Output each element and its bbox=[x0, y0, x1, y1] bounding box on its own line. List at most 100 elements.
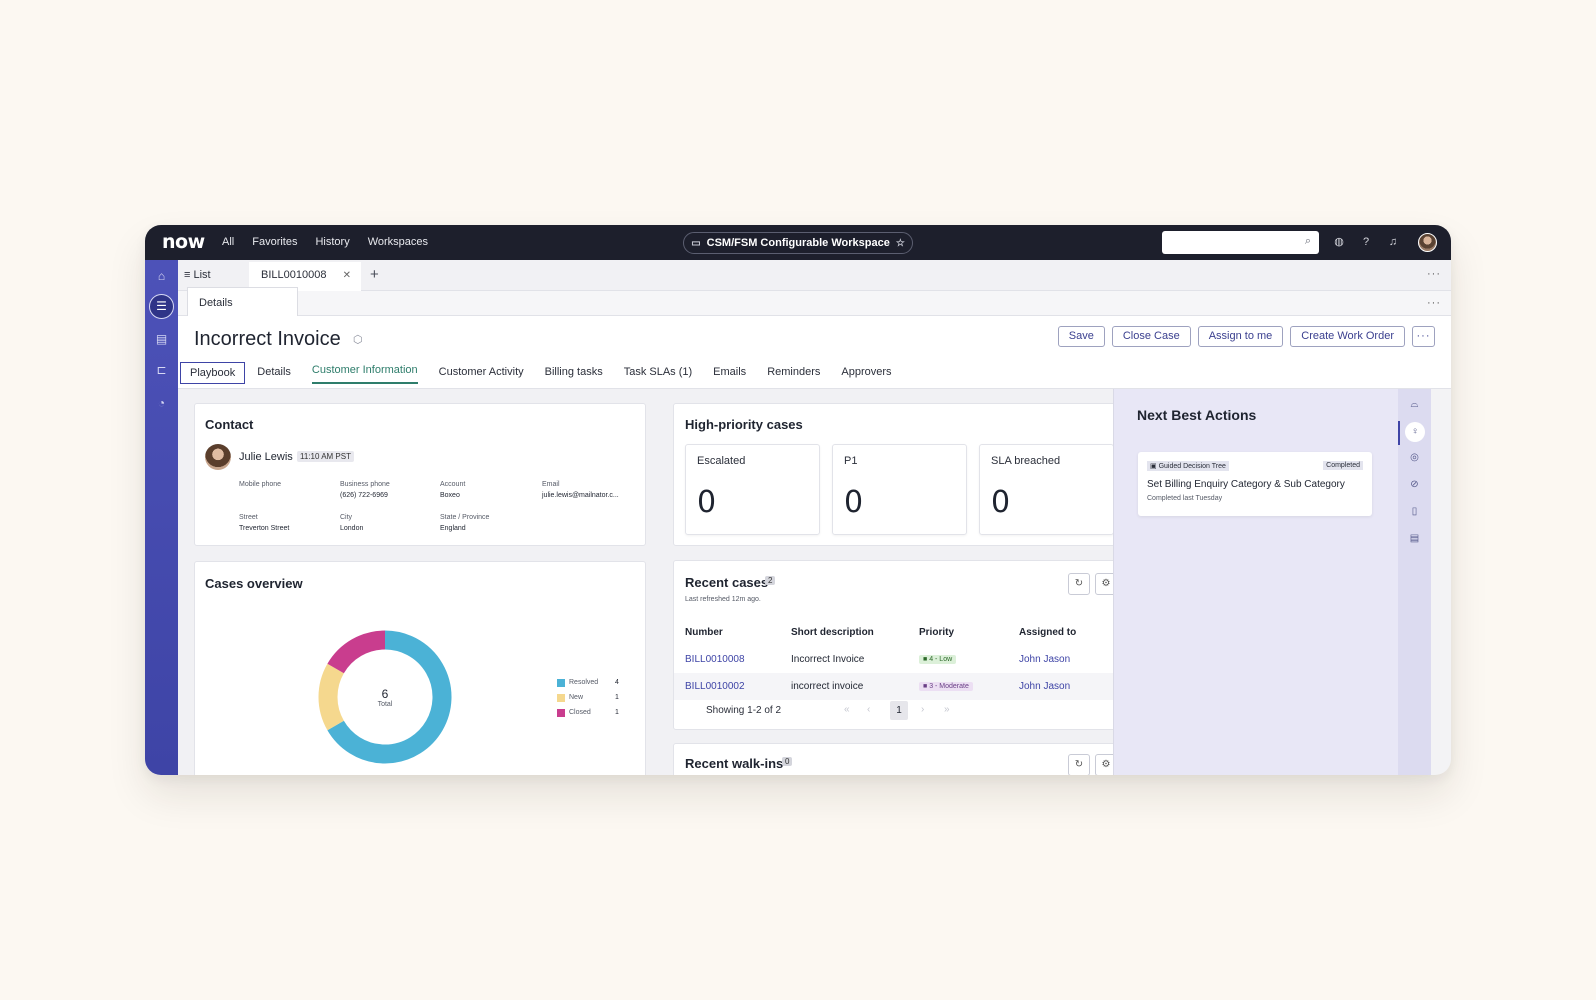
sla-breached-tile[interactable]: SLA breached 0 bbox=[979, 444, 1114, 535]
star-icon[interactable]: ☆ bbox=[896, 238, 905, 249]
column-header-number[interactable]: Number bbox=[685, 627, 723, 638]
table-row[interactable]: BILL0010008 Incorrect Invoice ■ 4 - Low … bbox=[674, 646, 1124, 673]
case-number-link[interactable]: BILL0010002 bbox=[685, 681, 745, 692]
save-button[interactable]: Save bbox=[1057, 326, 1105, 347]
prev-page-icon[interactable]: ‹ bbox=[867, 704, 870, 715]
now-logo[interactable]: now bbox=[162, 231, 205, 253]
column-header-assigned[interactable]: Assigned to bbox=[1019, 627, 1076, 638]
inbox-icon[interactable]: ▤ bbox=[153, 331, 170, 348]
donut-slice-closed[interactable] bbox=[327, 630, 386, 674]
add-tab-icon[interactable]: + bbox=[370, 266, 379, 283]
grad-cap-icon[interactable]: ⌓ bbox=[1406, 396, 1423, 413]
tile-label: Escalated bbox=[697, 455, 746, 467]
list-icon[interactable]: ☰ bbox=[149, 294, 174, 319]
escalated-tile[interactable]: Escalated 0 bbox=[685, 444, 820, 535]
legend-item-new[interactable]: New 1 bbox=[557, 690, 619, 705]
assign-to-me-button[interactable]: Assign to me bbox=[1197, 326, 1284, 347]
workspace-selector[interactable]: ▭ CSM/FSM Configurable Workspace ☆ bbox=[683, 232, 913, 254]
more-actions-button[interactable]: ··· bbox=[1412, 326, 1435, 347]
last-page-icon[interactable]: » bbox=[944, 704, 950, 715]
tab-record-label: BILL0010008 bbox=[261, 269, 327, 281]
tab-playbook[interactable]: Playbook bbox=[180, 362, 246, 384]
tab-details[interactable]: Details bbox=[187, 287, 298, 316]
donut-total-label: Total bbox=[377, 701, 393, 708]
legend-item-closed[interactable]: Closed 1 bbox=[557, 705, 619, 720]
high-priority-cases-card: High-priority cases Escalated 0 P1 0 SLA… bbox=[673, 403, 1125, 546]
tab-details[interactable]: Details bbox=[257, 366, 291, 384]
tab-reminders[interactable]: Reminders bbox=[767, 366, 820, 384]
tab-customer-information[interactable]: Customer Information bbox=[311, 364, 418, 384]
legend-swatch bbox=[557, 708, 565, 717]
legend-item-resolved[interactable]: Resolved 4 bbox=[557, 675, 619, 690]
field-label: City bbox=[340, 514, 353, 521]
action-type-text: Guided Decision Tree bbox=[1158, 463, 1226, 470]
field-mobile-phone: Mobile phone bbox=[239, 481, 281, 492]
contact-name[interactable]: Julie Lewis bbox=[239, 451, 293, 463]
help-icon[interactable]: ? bbox=[1359, 235, 1373, 249]
document-icon[interactable]: ▯ bbox=[1406, 503, 1423, 520]
create-work-order-button[interactable]: Create Work Order bbox=[1290, 326, 1405, 347]
refresh-icon[interactable]: ↻ bbox=[1068, 573, 1090, 595]
table-header-row: Number Short description Priority Assign… bbox=[674, 619, 1124, 646]
global-search-input[interactable]: ⌕ bbox=[1162, 231, 1319, 254]
tag-icon[interactable]: ⬡ bbox=[353, 333, 363, 346]
record-header: Incorrect Invoice ⬡ Save Close Case Assi… bbox=[178, 316, 1451, 389]
assigned-to-link[interactable]: John Jason bbox=[1019, 654, 1070, 665]
assigned-to-link[interactable]: John Jason bbox=[1019, 681, 1070, 692]
count-badge: 2 bbox=[765, 576, 776, 585]
column-header-priority[interactable]: Priority bbox=[919, 627, 954, 638]
lightbulb-icon[interactable]: ♀ bbox=[1405, 422, 1425, 442]
chart-legend: Resolved 4 New 1 Closed 1 bbox=[557, 675, 619, 720]
nav-favorites[interactable]: Favorites bbox=[252, 236, 297, 248]
next-page-icon[interactable]: › bbox=[921, 704, 924, 715]
pagination: Showing 1-2 of 2 « ‹ 1 › » bbox=[674, 701, 1124, 723]
donut-slice-new[interactable] bbox=[318, 663, 345, 731]
priority-text: 3 - Moderate bbox=[929, 683, 969, 690]
more-icon[interactable]: ··· bbox=[1427, 297, 1441, 309]
case-description: incorrect invoice bbox=[791, 681, 864, 692]
nav-workspaces[interactable]: Workspaces bbox=[368, 236, 428, 248]
refresh-icon[interactable]: ↻ bbox=[1068, 754, 1090, 775]
close-icon[interactable]: ✕ bbox=[343, 270, 351, 281]
top-nav: All Favorites History Workspaces bbox=[222, 236, 446, 248]
tab-customer-activity[interactable]: Customer Activity bbox=[439, 366, 524, 384]
field-value: Boxeo bbox=[440, 492, 460, 499]
tab-list[interactable]: ≡ List bbox=[184, 269, 211, 281]
home-icon[interactable]: ⌂ bbox=[153, 268, 170, 285]
tab-task-slas[interactable]: Task SLAs (1) bbox=[624, 366, 692, 384]
showing-count: Showing 1-2 of 2 bbox=[706, 705, 782, 716]
nav-history[interactable]: History bbox=[315, 236, 349, 248]
legend-count: 1 bbox=[615, 694, 619, 701]
field-label: Street bbox=[239, 514, 258, 521]
tree-icon[interactable]: ⊏ bbox=[153, 362, 170, 379]
last-refreshed-text: Last refreshed 12m ago. bbox=[685, 596, 761, 603]
field-value: England bbox=[440, 525, 466, 532]
nav-all[interactable]: All bbox=[222, 236, 234, 248]
field-value: (626) 722-6969 bbox=[340, 492, 388, 499]
window-icon: ▭ bbox=[691, 237, 701, 249]
attachment-icon[interactable]: ⊘ bbox=[1406, 476, 1423, 493]
tile-label: P1 bbox=[844, 455, 858, 467]
action-card[interactable]: ▣ Guided Decision Tree Completed Set Bil… bbox=[1138, 452, 1372, 516]
field-business-phone: Business phone (626) 722-6969 bbox=[340, 481, 390, 499]
case-number-link[interactable]: BILL0010008 bbox=[685, 654, 745, 665]
priority-badge: ■ 3 - Moderate bbox=[919, 682, 973, 691]
analytics-icon[interactable]: ◔ bbox=[153, 395, 170, 412]
first-page-icon[interactable]: « bbox=[844, 704, 850, 715]
tab-emails[interactable]: Emails bbox=[713, 366, 746, 384]
globe-icon[interactable]: ◎ bbox=[1406, 449, 1423, 466]
globe-icon[interactable]: ◍ bbox=[1332, 235, 1346, 249]
more-icon[interactable]: ··· bbox=[1427, 268, 1441, 280]
p1-tile[interactable]: P1 0 bbox=[832, 444, 967, 535]
bell-icon[interactable]: ♫ bbox=[1386, 235, 1400, 249]
page-number[interactable]: 1 bbox=[890, 701, 908, 720]
close-case-button[interactable]: Close Case bbox=[1111, 326, 1191, 347]
status-badge: Completed bbox=[1323, 461, 1363, 470]
column-header-description[interactable]: Short description bbox=[791, 627, 874, 638]
tab-billing-tasks[interactable]: Billing tasks bbox=[545, 366, 603, 384]
legend-label: Resolved bbox=[569, 679, 599, 686]
user-avatar[interactable] bbox=[1418, 233, 1437, 252]
table-row[interactable]: BILL0010002 incorrect invoice ■ 3 - Mode… bbox=[674, 673, 1124, 700]
article-icon[interactable]: ▤ bbox=[1406, 530, 1423, 547]
tab-approvers[interactable]: Approvers bbox=[841, 366, 891, 384]
